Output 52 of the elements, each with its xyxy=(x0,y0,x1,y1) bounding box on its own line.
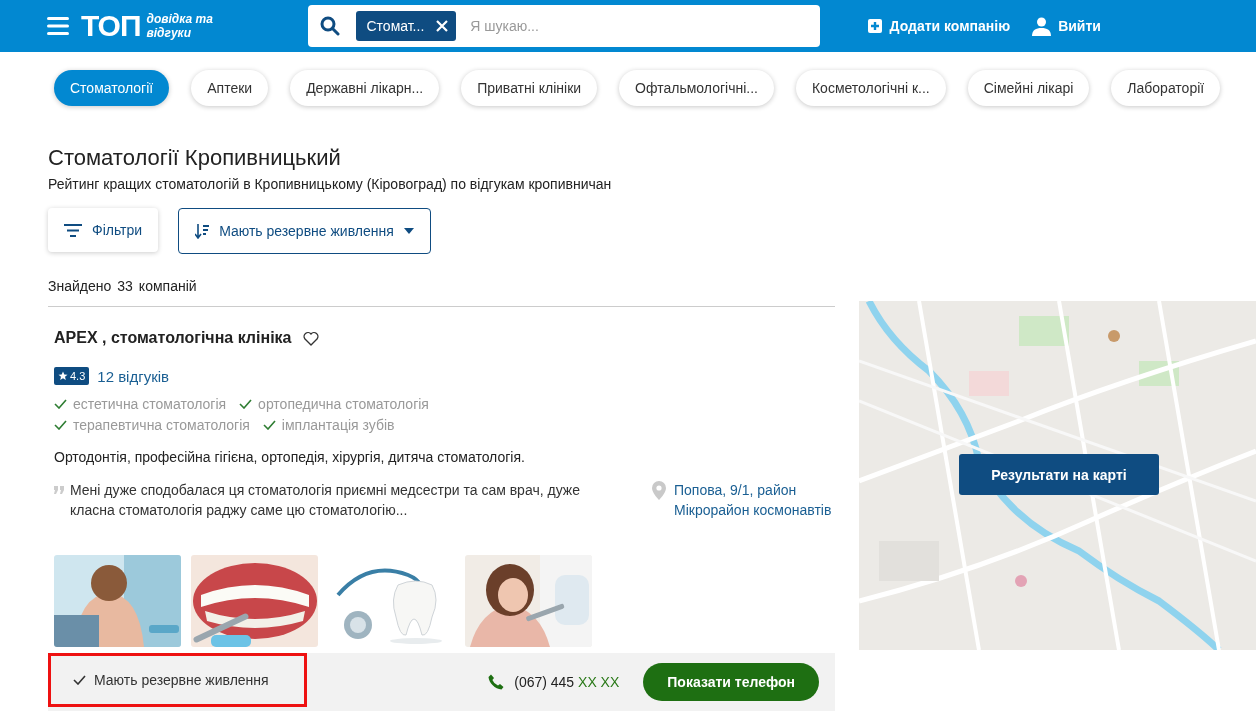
search-icon[interactable] xyxy=(320,16,341,36)
results-label: компаній xyxy=(138,278,197,294)
plus-icon xyxy=(868,19,883,33)
phone-icon xyxy=(488,674,505,690)
filter-icon xyxy=(64,223,82,237)
feature-label: Мають резервне живлення xyxy=(94,672,269,688)
rating-badge: 4.3 xyxy=(54,367,90,385)
category-tab[interactable]: Сімейні лікарі xyxy=(967,70,1090,106)
company-name[interactable]: APEX , стоматологічна клініка xyxy=(54,329,292,347)
quote-icon xyxy=(54,486,64,494)
sort-icon xyxy=(195,223,210,239)
menu-icon[interactable] xyxy=(47,16,69,36)
filters-button[interactable]: Фільтри xyxy=(48,208,159,252)
category-tab[interactable]: Офтальмологічні... xyxy=(619,70,774,106)
category-tab[interactable]: Приватні клініки xyxy=(461,70,598,106)
check-icon xyxy=(262,420,276,430)
category-tab[interactable]: Аптеки xyxy=(191,70,269,106)
add-company-link[interactable]: Додати компанію xyxy=(868,18,1011,34)
service-tag: ортопедична стоматологія xyxy=(258,396,429,412)
check-icon xyxy=(239,399,253,409)
service-tag: естетична стоматологія xyxy=(73,396,227,412)
check-icon xyxy=(73,675,86,685)
show-phone-button[interactable]: Показати телефон xyxy=(643,663,819,701)
review-text: Мені дуже сподобалася ця стоматологія приємні медсестри та сам врач, дуже класна стоматологія раджу саме цю стоматологію... xyxy=(70,481,581,520)
sort-dropdown[interactable]: Мають резервне живлення xyxy=(178,208,431,254)
close-icon[interactable] xyxy=(436,20,449,32)
service-tag: імплантація зубів xyxy=(281,417,395,433)
results-count: 33 xyxy=(117,278,133,294)
logo[interactable]: ТОП xyxy=(81,11,141,41)
results-label: Знайдено xyxy=(48,278,112,294)
caret-icon xyxy=(403,228,414,234)
logout-link[interactable]: Вийти xyxy=(1032,16,1101,36)
location-pin-icon xyxy=(652,481,666,500)
service-tag: терапевтична стоматологія xyxy=(73,417,250,433)
check-icon xyxy=(54,420,67,430)
check-icon xyxy=(54,399,67,409)
heart-icon[interactable] xyxy=(303,330,320,346)
user-icon xyxy=(1032,16,1052,36)
reviews-link[interactable]: 12 відгуків xyxy=(97,367,170,385)
address-link[interactable]: Попова, 9/1, район Мікрорайон космонавтів xyxy=(674,480,835,520)
phone-number: (067) 445 XX XX xyxy=(514,674,620,690)
logo-tagline: довідка та відгуки xyxy=(146,12,214,40)
category-tab[interactable]: Державні лікарн... xyxy=(290,70,440,106)
page-title: Стоматології Кропивницький xyxy=(48,146,342,170)
category-tab[interactable]: Стоматології xyxy=(54,70,170,106)
search-field[interactable]: Стомат... Я шукаю... xyxy=(308,5,821,47)
category-tab[interactable]: Лабораторії xyxy=(1111,70,1221,106)
page-subtitle: Рейтинг кращих стоматологій в Кропивницькому (Кіровоград) по відгукам кропивничан xyxy=(48,176,613,192)
map-results-button[interactable]: Результати на карті xyxy=(959,454,1159,495)
search-tag[interactable]: Стомат... xyxy=(356,11,457,41)
category-tab[interactable]: Косметологічні к... xyxy=(795,70,946,106)
company-description: Ортодонтія, професійна гігієна, ортопедія, хірургія, дитяча стоматологія. xyxy=(54,449,526,465)
